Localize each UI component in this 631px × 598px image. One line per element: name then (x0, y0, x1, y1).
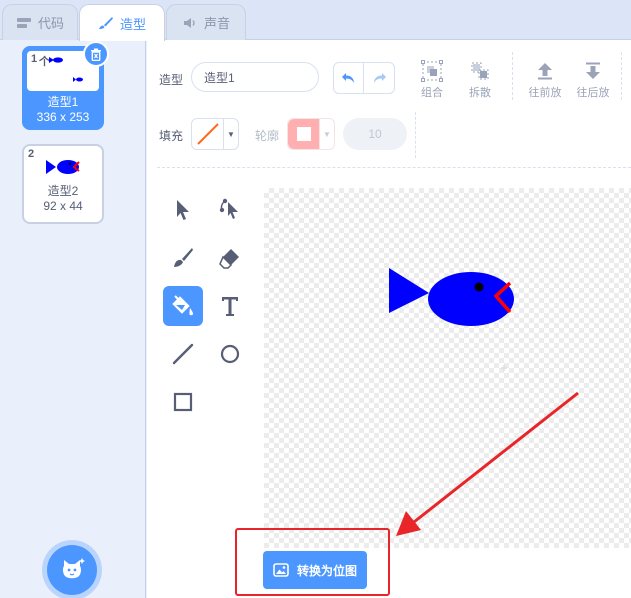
fish-eye (474, 282, 484, 292)
delete-costume-button[interactable] (83, 41, 109, 67)
annotation-highlight-box (235, 528, 390, 596)
reshape-icon (219, 198, 238, 219)
fish-thumbnail-icon (49, 57, 63, 63)
code-blocks-icon (16, 16, 32, 30)
backward-button[interactable]: 往后放 (573, 58, 613, 100)
costume-thumbnail (24, 146, 102, 184)
editor-tabs: 代码 造型 声音 (0, 0, 631, 41)
costume-name-input[interactable]: 造型1 (191, 62, 319, 92)
arrow-up-icon (538, 63, 552, 80)
fill-tool[interactable] (163, 286, 203, 326)
costume-name: 造型2 (47, 184, 79, 198)
paint-editor: 造型 造型1 组合 拆散 往前放 往后放 填充 ▼ 轮廓 ▼ 10 转换为位图 (147, 40, 631, 598)
costume-item-1[interactable]: 1 个 造型1 336 x 253 (22, 41, 109, 130)
tab-sounds-label: 声音 (203, 16, 230, 31)
drawing-canvas[interactable] (264, 188, 631, 548)
outline-color-swatch (288, 119, 320, 149)
toolbar-separator (415, 112, 416, 158)
arrow-down-icon (586, 62, 600, 79)
toolbar-divider (157, 167, 631, 168)
fish-drawing (389, 268, 514, 371)
costume-name: 造型1 (47, 95, 79, 109)
redo-icon (374, 73, 386, 83)
line-icon (172, 343, 194, 365)
fill-label: 填充 (159, 129, 184, 143)
paint-bucket-icon (172, 295, 193, 316)
circle-tool[interactable] (210, 334, 250, 374)
costume-list: 1 个 造型1 336 x 253 2 造型2 92 x 44 (0, 40, 146, 598)
eraser-icon (219, 249, 239, 269)
no-fill-icon (196, 123, 219, 145)
forward-button[interactable]: 往前放 (525, 58, 565, 100)
brush-icon (174, 248, 193, 267)
paintbrush-icon (98, 16, 114, 30)
backward-label: 往后放 (576, 87, 610, 99)
rectangle-icon (173, 392, 193, 412)
tab-costumes-label: 造型 (119, 16, 146, 32)
group-icon (421, 60, 443, 82)
line-tool[interactable] (163, 334, 203, 374)
rectangle-tool[interactable] (163, 382, 203, 422)
forward-label: 往前放 (528, 87, 562, 99)
undo-redo-group (333, 62, 395, 94)
ungroup-icon (471, 62, 489, 80)
group-label: 组合 (421, 87, 443, 99)
undo-button[interactable] (334, 63, 365, 93)
chevron-down-icon: ▼ (323, 129, 331, 139)
tab-code-label: 代码 (37, 16, 64, 31)
outline-label: 轮廓 (255, 129, 280, 143)
costume-name-label: 造型 (159, 73, 184, 87)
eraser-tool[interactable] (210, 238, 250, 278)
tab-sounds[interactable]: 声音 (166, 4, 246, 40)
fish-body (428, 272, 514, 326)
select-tool[interactable] (163, 190, 203, 230)
brush-tool[interactable] (163, 238, 203, 278)
costume-number: 1 (31, 53, 38, 65)
fish-thumbnail-icon (46, 160, 80, 174)
canvas-center-marker (501, 365, 507, 371)
group-button[interactable]: 组合 (412, 58, 452, 100)
text-tool[interactable] (210, 286, 250, 326)
reshape-tool[interactable] (210, 190, 250, 230)
tab-costumes[interactable]: 造型 (79, 4, 165, 41)
toolbar-separator (621, 52, 622, 100)
fish-thumbnail-small-icon (73, 77, 83, 82)
circle-icon (220, 344, 240, 364)
redo-button[interactable] (364, 63, 394, 93)
fish-tail (389, 268, 429, 313)
costume-size: 336 x 253 (36, 110, 90, 124)
outline-width-input[interactable]: 10 (343, 118, 407, 150)
costume-item-2[interactable]: 2 造型2 92 x 44 (22, 144, 104, 224)
costume-size: 92 x 44 (43, 199, 83, 213)
ungroup-button[interactable]: 拆散 (460, 58, 500, 100)
ungroup-label: 拆散 (469, 87, 491, 99)
outline-color-picker[interactable]: ▼ (287, 118, 335, 150)
speaker-icon (182, 16, 198, 30)
toolbar-separator (512, 52, 513, 100)
trash-icon (91, 48, 101, 61)
undo-icon (341, 73, 354, 83)
chevron-down-icon: ▼ (227, 129, 235, 139)
fill-color-swatch (192, 119, 224, 149)
text-t-icon (222, 297, 238, 316)
fill-color-picker[interactable]: ▼ (191, 118, 239, 150)
arrow-pointer-icon (177, 200, 189, 220)
tab-code[interactable]: 代码 (2, 4, 78, 40)
add-costume-button[interactable] (47, 545, 97, 595)
cat-sparkle-icon (62, 558, 85, 579)
